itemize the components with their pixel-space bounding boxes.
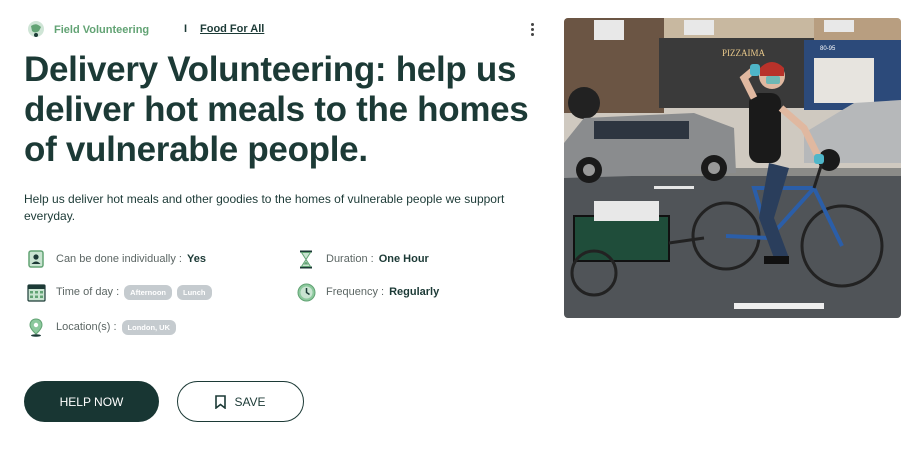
attribute-individual: Can be done individually : Yes (26, 248, 206, 270)
attribute-value: One Hour (378, 253, 429, 265)
help-now-button[interactable]: HELP NOW (24, 381, 159, 422)
attribute-location: Location(s) : London, UK (26, 316, 177, 338)
calendar-icon (26, 282, 46, 302)
save-button[interactable]: SAVE (177, 381, 304, 422)
chip-lunch: Lunch (177, 284, 212, 300)
field-volunteering-icon (27, 20, 45, 38)
attribute-time-of-day: Time of day : Afternoon Lunch (26, 281, 212, 303)
attribute-label: Time of day : (56, 286, 120, 298)
shop-sign: PIZZAIMA (722, 48, 765, 58)
chip-location: London, UK (121, 319, 177, 335)
clock-icon (296, 282, 316, 302)
attribute-label: Duration : (326, 253, 374, 265)
attribute-value: Yes (186, 253, 206, 265)
organization-link[interactable]: Food For All (200, 23, 264, 35)
bookmark-icon (215, 394, 227, 409)
attribute-duration: Duration : One Hour (296, 248, 429, 270)
person-badge-icon (26, 249, 46, 269)
attribute-label: Frequency : (326, 286, 385, 298)
chip-afternoon: Afternoon (124, 284, 172, 300)
shop-number: 80-95 (820, 46, 836, 52)
breadcrumb-separator: I (184, 23, 188, 35)
save-label: SAVE (234, 394, 266, 409)
map-pin-icon (26, 317, 46, 337)
page-title: Delivery Volunteering: help us deliver h… (24, 50, 529, 169)
attribute-value: Regularly (389, 286, 440, 298)
opportunity-description: Help us deliver hot meals and other good… (24, 192, 505, 223)
hourglass-icon (296, 249, 316, 269)
attribute-frequency: Frequency : Regularly (296, 281, 439, 303)
breadcrumb: Field Volunteering I Food For All (27, 20, 547, 40)
kebab-menu-icon[interactable] (527, 21, 537, 39)
attribute-label: Can be done individually : (56, 253, 182, 265)
opportunity-photo: PIZZAIMA 80-95 (564, 18, 901, 318)
category-label: Field Volunteering (54, 24, 150, 36)
attribute-label: Location(s) : (56, 321, 117, 333)
